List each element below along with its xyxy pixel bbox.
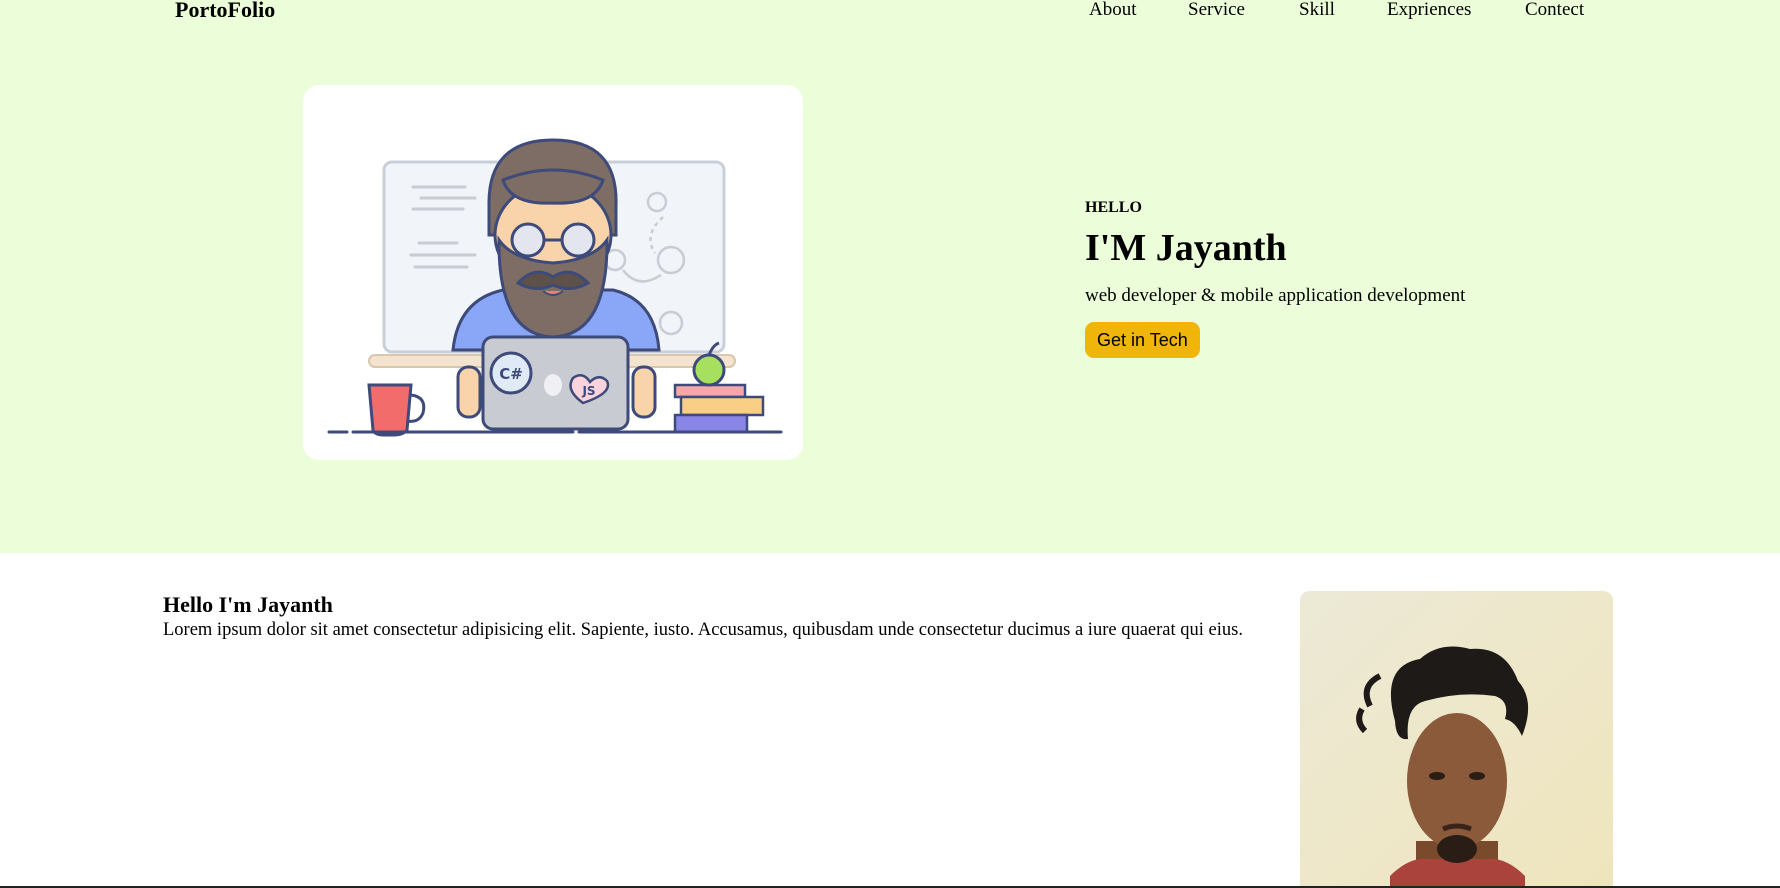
- hero-section: PortoFolio About Service Skill Exprience…: [0, 0, 1780, 553]
- nav-link-experiences[interactable]: Expriences: [1387, 0, 1471, 24]
- nav-link-contact[interactable]: Contect: [1525, 0, 1584, 24]
- hero-name: I'M Jayanth: [1085, 227, 1287, 269]
- csharp-sticker: C#: [499, 365, 523, 383]
- get-in-touch-button[interactable]: Get in Tech: [1085, 322, 1200, 358]
- about-section: Hello I'm Jayanth Lorem ipsum dolor sit …: [163, 591, 1263, 642]
- hero-role: web developer & mobile application devel…: [1085, 285, 1466, 306]
- nav-link-skill[interactable]: Skill: [1299, 0, 1335, 24]
- hero-intro: HELLO I'M Jayanth web developer & mobile…: [1085, 198, 1585, 358]
- nav-link-service[interactable]: Service: [1188, 0, 1245, 24]
- developer-illustration-svg: C# JS: [327, 138, 783, 437]
- profile-photo-svg: [1300, 591, 1613, 888]
- brand-logo[interactable]: PortoFolio: [175, 0, 275, 24]
- profile-photo: [1300, 591, 1613, 888]
- nav-link-about[interactable]: About: [1089, 0, 1137, 24]
- about-heading: Hello I'm Jayanth: [163, 592, 333, 617]
- js-sticker: JS: [581, 384, 595, 398]
- developer-illustration: C# JS: [303, 85, 803, 460]
- hero-greeting: HELLO: [1085, 199, 1142, 216]
- about-body: Lorem ipsum dolor sit amet consectetur a…: [163, 620, 1243, 640]
